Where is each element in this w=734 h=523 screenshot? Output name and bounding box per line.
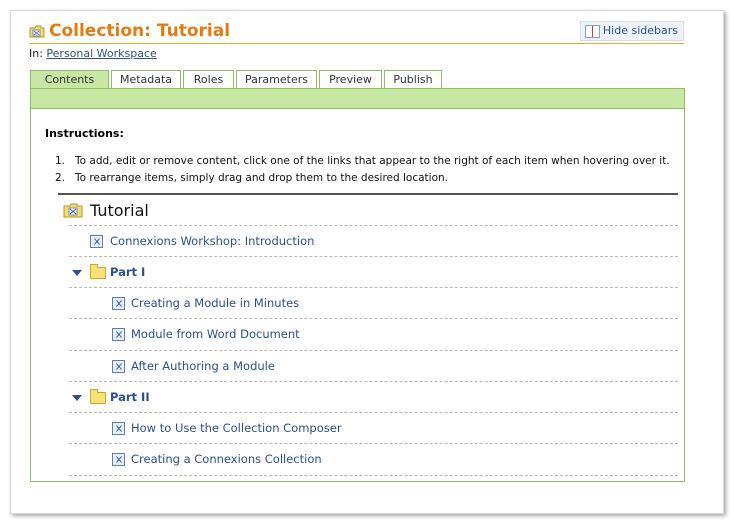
instructions-heading: Instructions: (45, 127, 124, 140)
module-icon (112, 297, 125, 310)
instruction-number: 2. (54, 172, 65, 184)
folder-icon (90, 264, 106, 279)
hide-sidebars-label: Hide sidebars (602, 24, 678, 37)
tree-item-module[interactable]: After Authoring a Module (69, 350, 678, 382)
module-icon (112, 328, 125, 341)
instruction-number: 1. (54, 155, 65, 167)
collection-icon (29, 25, 45, 38)
tree-item-module[interactable]: How to Use the Collection Composer (69, 412, 678, 444)
hide-sidebars-button[interactable]: Hide sidebars (579, 21, 684, 41)
breadcrumb: In: Personal Workspace (29, 47, 157, 60)
collection-root-icon (63, 203, 83, 218)
module-link[interactable]: How to Use the Collection Composer (131, 421, 342, 435)
instruction-text: To rearrange items, simply drag and drop… (75, 172, 448, 184)
tab-preview[interactable]: Preview (319, 70, 382, 89)
sidebar-toggle-icon (584, 25, 600, 38)
module-link[interactable]: Module from Word Document (131, 327, 300, 341)
module-link[interactable]: Creating a Connexions Collection (131, 452, 322, 466)
tab-parameters[interactable]: Parameters (236, 70, 317, 89)
module-icon (112, 453, 125, 466)
collapse-arrow-icon[interactable] (72, 270, 82, 276)
folder-label[interactable]: Part I (110, 265, 145, 279)
tree-divider (58, 193, 678, 195)
module-link[interactable]: Connexions Workshop: Introduction (110, 234, 314, 248)
tab-metadata[interactable]: Metadata (111, 70, 181, 89)
module-link[interactable]: After Authoring a Module (131, 359, 275, 373)
tab-publish[interactable]: Publish (384, 70, 442, 89)
folder-icon (90, 389, 106, 404)
page-title: Collection: Tutorial (49, 21, 231, 41)
folder-label[interactable]: Part II (110, 390, 150, 404)
module-icon (112, 360, 125, 373)
tree-item-module[interactable]: Module from Word Document (69, 318, 678, 350)
tree-item-module[interactable]: Creating a Module in Minutes (69, 287, 678, 319)
module-icon (112, 422, 125, 435)
tree-item-module[interactable]: Creating a Connexions Collection (69, 443, 678, 476)
title-bar: Collection: Tutorial Hide sidebars (29, 21, 684, 44)
personal-workspace-link[interactable]: Personal Workspace (46, 47, 156, 60)
breadcrumb-prefix: In: (29, 47, 43, 60)
tree-item-folder[interactable]: Part II (69, 381, 678, 413)
module-link[interactable]: Creating a Module in Minutes (131, 296, 299, 310)
instruction-item: 1. To add, edit or remove content, click … (45, 155, 670, 167)
tree-item-module[interactable]: Connexions Workshop: Introduction (69, 225, 678, 257)
panel-header-bar (31, 89, 684, 109)
tab-roles[interactable]: Roles (183, 70, 234, 89)
collapse-arrow-icon[interactable] (72, 395, 82, 401)
instruction-text: To add, edit or remove content, click on… (75, 155, 670, 167)
tree-item-folder[interactable]: Part I (69, 256, 678, 288)
module-icon (90, 235, 103, 248)
instruction-item: 2. To rearrange items, simply drag and dr… (45, 172, 448, 184)
collection-root-title[interactable]: Tutorial (90, 201, 149, 220)
